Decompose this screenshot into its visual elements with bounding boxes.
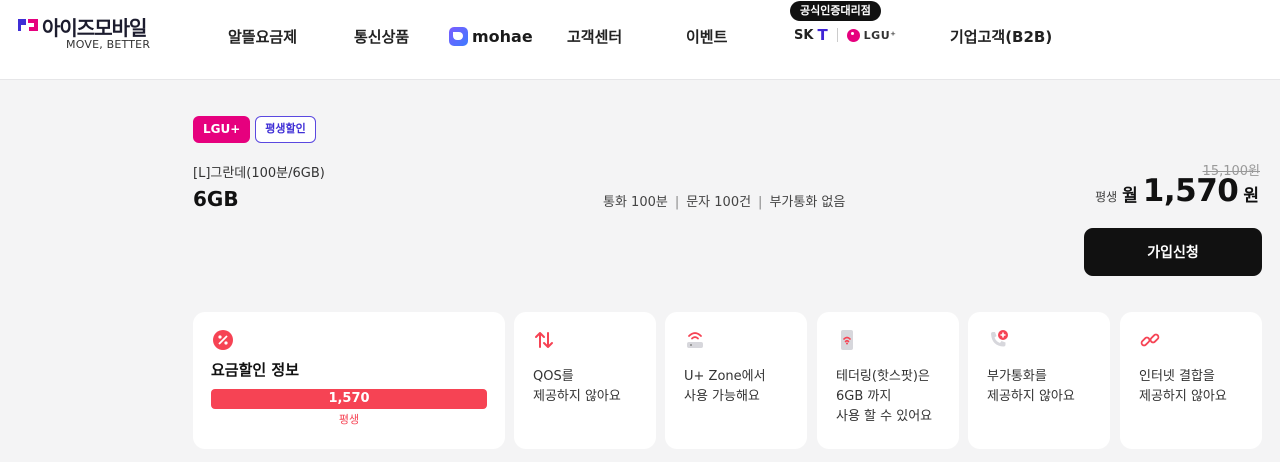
arrows-updown-icon [535,332,553,348]
price-row: 평생 월 1,570 원 [1095,173,1259,209]
lg-logo-icon [846,28,860,42]
mohae-logo-icon [449,26,468,46]
nav-telecom-products[interactable]: 통신상품 [354,26,409,46]
phone-plus-icon [991,330,1008,347]
uzone-card: U+ Zone에서 사용 가능해요 [665,312,807,449]
nav-carrier-links[interactable]: SK T LGU⁺ [794,25,896,45]
feature-separator: | [674,195,680,210]
plan-features: 통화 100분 | 문자 100건 | 부가통화 없음 [603,191,845,210]
uzone-text: U+ Zone에서 사용 가능해요 [684,369,766,404]
internet-card: 인터넷 결합을 제공하지 않아요 [1120,312,1262,449]
link-icon [1140,333,1160,347]
brand-logo[interactable]: 아이즈모바일 MOVE, BETTER [16,12,156,62]
plan-tags: LGU+ 평생할인 [193,116,316,143]
carrier-divider [836,28,838,42]
feature-sms: 문자 100건 [686,195,752,210]
wifi-router-icon [687,332,703,348]
internet-text: 인터넷 결합을 제공하지 않아요 [1139,369,1227,404]
price-unit: 원 [1243,186,1259,206]
phone-hotspot-icon [841,330,853,350]
discount-info-card: 요금할인 정보 1,570 평생 [193,312,505,449]
discount-period: 평생 [338,413,360,426]
lifetime-discount-tag: 평생할인 [255,116,316,143]
feature-separator: | [758,195,763,210]
feature-extra-call: 부가통화 없음 [769,195,846,210]
tethering-card: 테더링(핫스팟)은 6GB 까지 사용 할 수 있어요 [817,312,959,449]
price-month-label: 월 [1122,186,1138,206]
join-button[interactable]: 가입신청 [1084,228,1262,276]
carrier-tag: LGU+ [193,116,251,143]
extra-call-text: 부가통화를 제공하지 않아요 [987,369,1075,404]
sk-label: SK [794,27,814,43]
nav-mohae[interactable]: mohae [449,24,533,48]
official-dealer-badge: 공식인증대리점 [790,1,881,21]
qos-card: QOS를 제공하지 않아요 [514,312,656,449]
nav-events[interactable]: 이벤트 [686,26,727,46]
logo-tagline: MOVE, BETTER [66,38,151,51]
plan-data-amount: 6GB [193,187,239,211]
logo-mark-icon [18,19,38,31]
logo-text: 아이즈모바일 [42,16,147,40]
price-amount: 1,570 [1142,173,1239,209]
price-period: 평생 [1095,190,1118,204]
discount-title: 요금할인 정보 [211,361,300,379]
nav-customer-center[interactable]: 고객센터 [567,26,622,46]
plan-name: [L]그란데(100분/6GB) [193,166,325,181]
nav-mohae-label: mohae [472,26,533,46]
extra-call-card: 부가통화를 제공하지 않아요 [968,312,1110,449]
feature-voice: 통화 100분 [603,195,668,210]
top-header: 아이즈모바일 MOVE, BETTER 알뜰요금제 통신상품 mohae 고객센… [0,0,1280,80]
discount-percent-icon [213,330,233,350]
nav-budget-plans[interactable]: 알뜰요금제 [228,26,297,46]
lgu-label: LGU⁺ [863,28,897,42]
nav-b2b[interactable]: 기업고객(B2B) [950,26,1052,46]
sk-t-logo-icon: T [817,26,828,44]
tethering-text: 테더링(핫스팟)은 6GB 까지 사용 할 수 있어요 [836,369,933,424]
discount-amount-bar: 1,570 [211,389,487,409]
qos-text: QOS를 제공하지 않아요 [533,369,621,404]
